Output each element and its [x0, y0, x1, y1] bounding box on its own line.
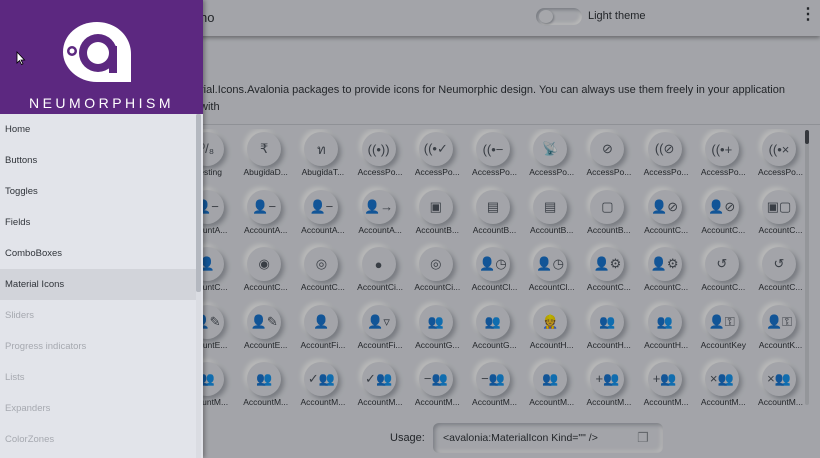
nav-list: Home Buttons Toggles Fields ComboBoxes Materi…: [0, 114, 196, 455]
nav-item-toggles[interactable]: Toggles: [0, 176, 196, 207]
nav-item-expanders: Expanders: [5, 403, 51, 414]
nav-item-material-icons[interactable]: Material Icons: [0, 269, 196, 300]
nav-item-lists: Lists: [5, 372, 25, 383]
nav-item-progress-indicators: Progress indicators: [5, 341, 87, 352]
drawer-header: NEUMORPHISM: [0, 0, 203, 114]
nav-drawer: NEUMORPHISM Home Buttons Toggles Fields Comb…: [0, 0, 203, 458]
nav-item-fields[interactable]: Fields: [0, 207, 196, 238]
nav-item-home[interactable]: Home: [0, 114, 196, 145]
avalonia-logo-icon: [63, 22, 131, 82]
drawer-scrollbar-thumb[interactable]: [196, 114, 201, 292]
nav-item-sliders: Sliders: [5, 310, 35, 321]
mouse-cursor-icon: [16, 51, 26, 65]
nav-item-buttons[interactable]: Buttons: [0, 145, 196, 176]
drawer-scrollbar[interactable]: [196, 114, 201, 458]
nav-item-comboboxes[interactable]: ComboBoxes: [0, 238, 196, 269]
nav-item-colorzones: ColorZones: [5, 434, 55, 445]
brand-title: NEUMORPHISM: [28, 95, 175, 111]
